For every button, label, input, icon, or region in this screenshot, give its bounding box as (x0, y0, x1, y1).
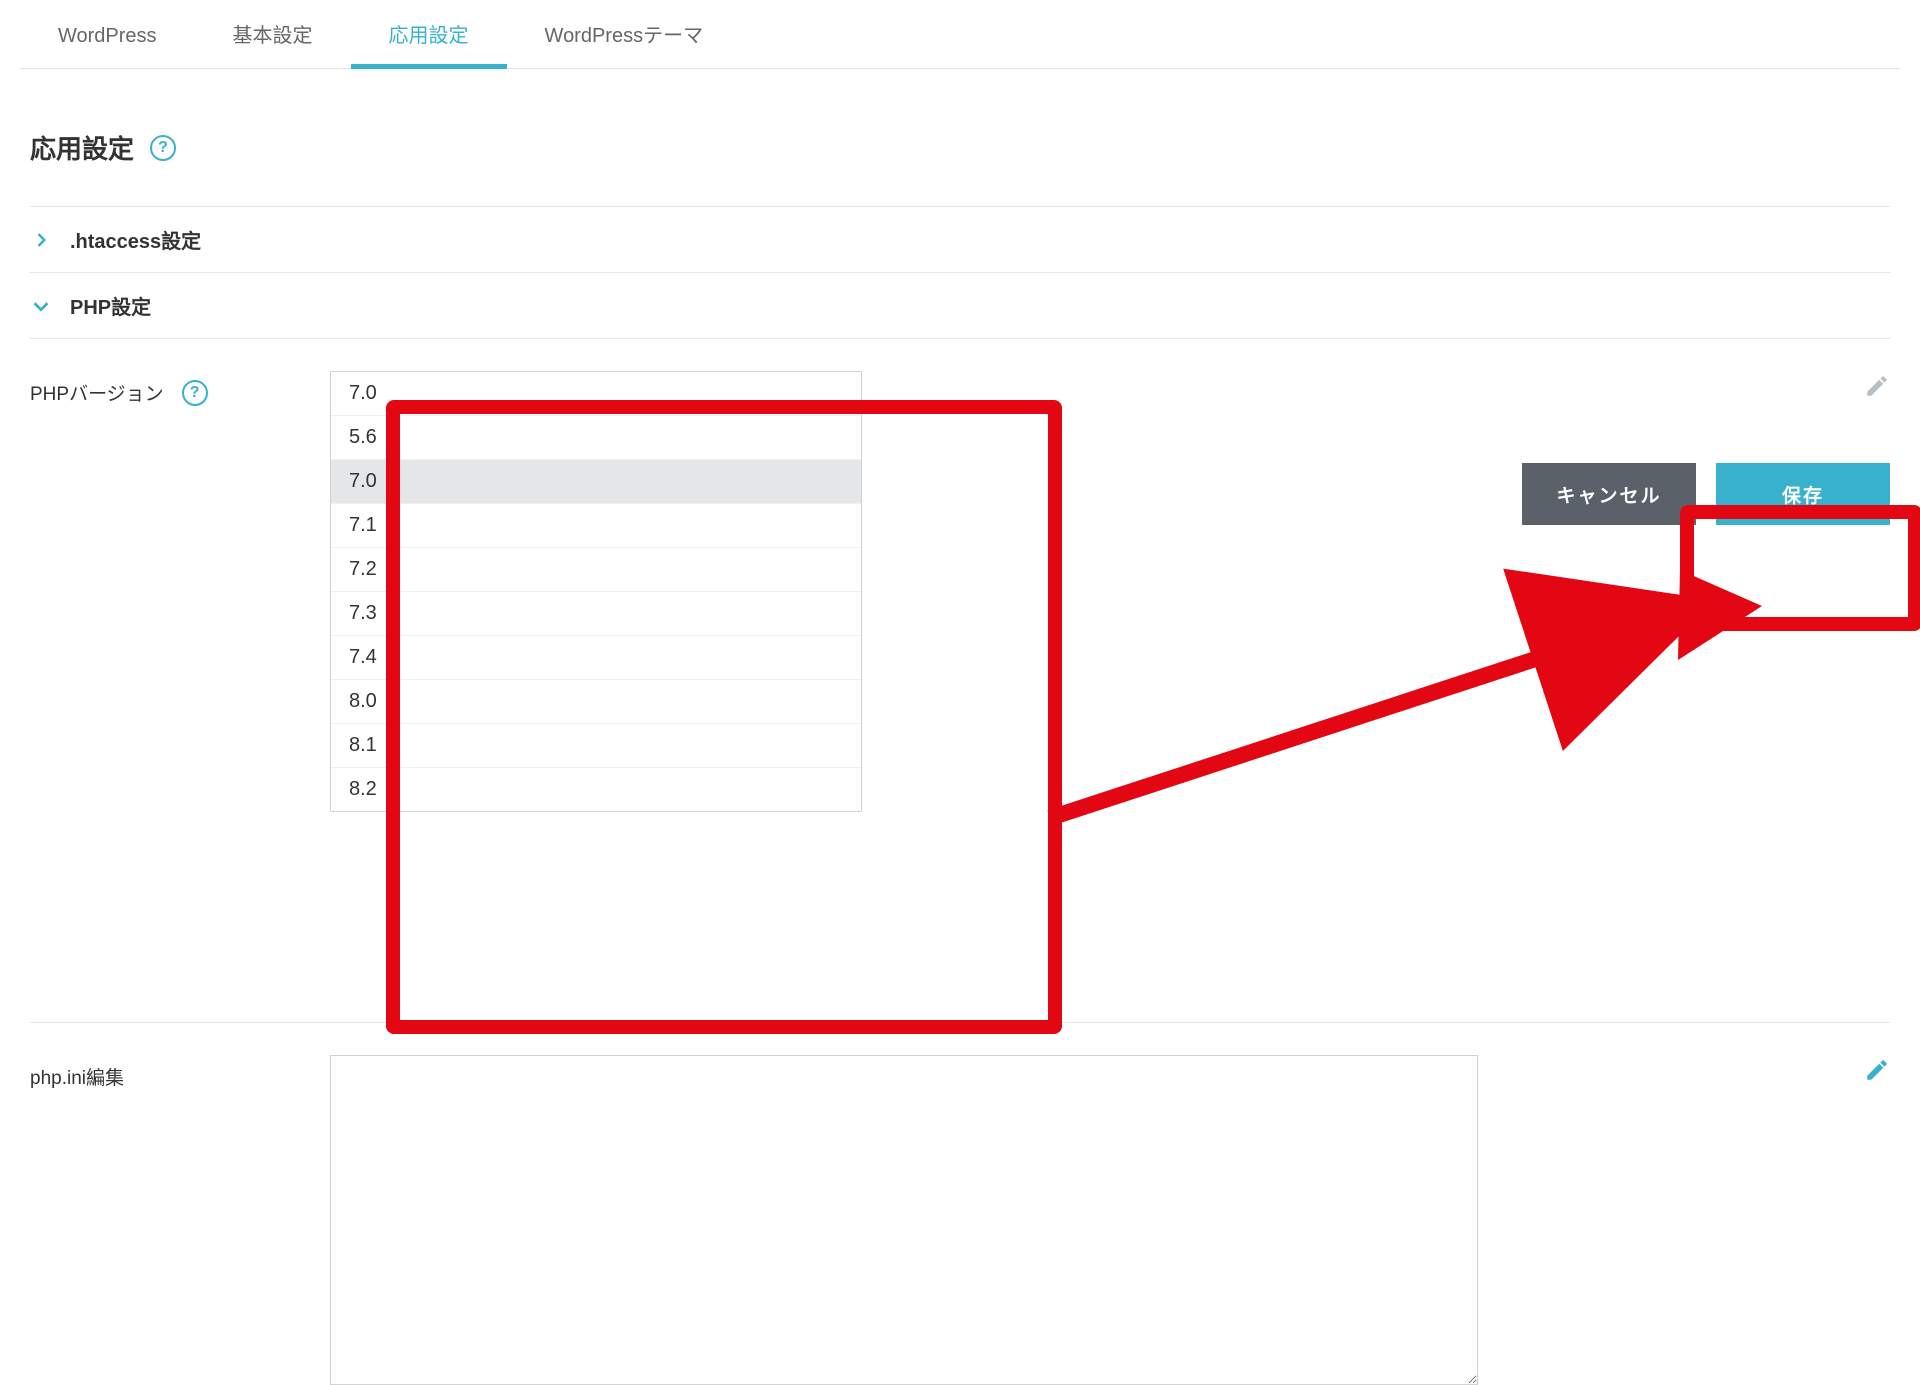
tab-basic-settings[interactable]: 基本設定 (195, 0, 351, 68)
tab-wordpress[interactable]: WordPress (20, 1, 195, 68)
help-icon[interactable]: ? (150, 135, 176, 161)
chevron-down-icon (30, 295, 52, 317)
php-version-option[interactable]: 7.0 (331, 372, 861, 415)
accordion-htaccess[interactable]: .htaccess設定 (30, 206, 1890, 273)
accordion-php[interactable]: PHP設定 (30, 273, 1890, 339)
actions: キャンセル 保存 (1522, 463, 1890, 525)
php-version-option[interactable]: 7.3 (331, 591, 861, 635)
php-version-options: 7.0 5.6 7.0 7.1 7.2 7.3 7.4 8.0 8.1 8.2 (330, 371, 862, 812)
save-button[interactable]: 保存 (1716, 463, 1890, 525)
help-icon[interactable]: ? (182, 380, 208, 406)
php-version-option[interactable]: 8.0 (331, 679, 861, 723)
php-version-option[interactable]: 8.1 (331, 723, 861, 767)
php-version-option[interactable]: 7.1 (331, 503, 861, 547)
php-version-label: PHPバージョン (30, 379, 164, 406)
chevron-right-icon (30, 229, 52, 251)
tab-advanced-settings[interactable]: 応用設定 (351, 0, 507, 68)
php-ini-row: php.ini編集 (30, 1022, 1890, 1385)
page-title-row: 応用設定 ? (30, 129, 1890, 166)
tab-wordpress-theme[interactable]: WordPressテーマ (507, 0, 742, 68)
php-ini-textarea[interactable] (330, 1055, 1478, 1385)
php-ini-label: php.ini編集 (30, 1063, 124, 1090)
php-version-option[interactable]: 8.2 (331, 767, 861, 811)
php-version-option[interactable]: 7.0 (331, 459, 861, 503)
php-version-option[interactable]: 5.6 (331, 415, 861, 459)
tabs: WordPress 基本設定 応用設定 WordPressテーマ (20, 0, 1900, 69)
accordion-htaccess-label: .htaccess設定 (70, 225, 201, 254)
cancel-button[interactable]: キャンセル (1522, 463, 1696, 525)
php-version-select[interactable]: 7.0 5.6 7.0 7.1 7.2 7.3 7.4 8.0 8.1 8.2 (330, 371, 862, 812)
accordion-php-label: PHP設定 (70, 291, 151, 320)
php-version-option[interactable]: 7.2 (331, 547, 861, 591)
php-version-option[interactable]: 7.4 (331, 635, 861, 679)
page-title: 応用設定 (30, 129, 134, 166)
php-version-row: PHPバージョン ? 7.0 5.6 7.0 7.1 7.2 7.3 7.4 8… (30, 339, 1890, 812)
pencil-icon[interactable] (1864, 386, 1890, 403)
pencil-icon[interactable] (1864, 1070, 1890, 1087)
